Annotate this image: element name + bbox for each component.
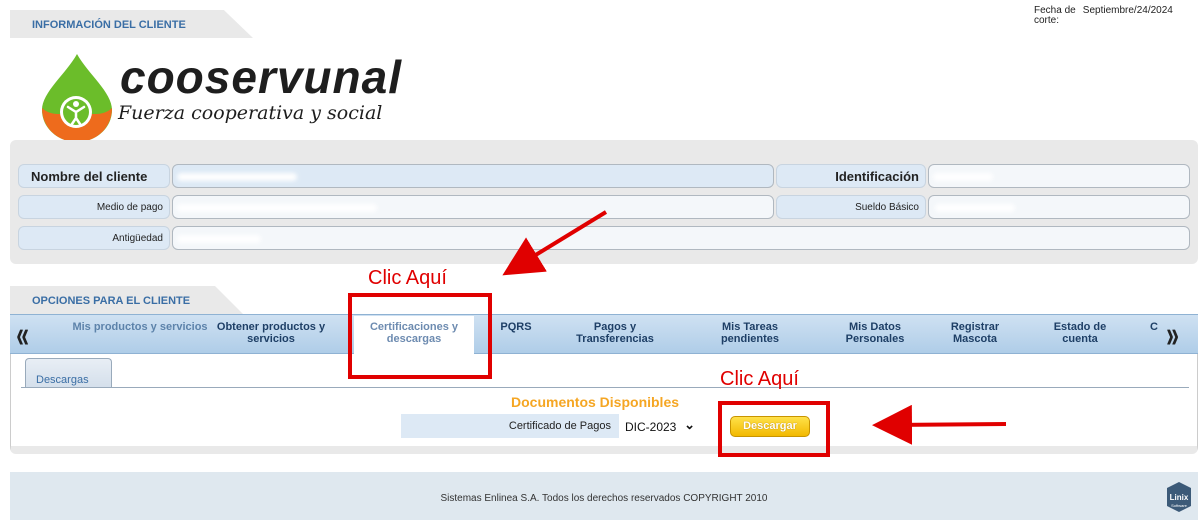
annotation-box-descargar bbox=[718, 401, 830, 457]
linix-logo-subtext: Software bbox=[1171, 503, 1188, 508]
nav-mis-productos[interactable]: Mis productos y servicios bbox=[70, 321, 210, 333]
client-info-panel: Nombre del cliente Identificación Medio … bbox=[10, 140, 1198, 264]
documentos-title: Documentos Disponibles bbox=[511, 394, 680, 410]
brand-name: cooservunal bbox=[120, 51, 402, 103]
annotation-box-certificaciones bbox=[348, 293, 492, 379]
tab-divider bbox=[21, 387, 1189, 388]
annotation-clic-aqui-2: Clic Aquí bbox=[720, 368, 799, 390]
tab-descargas[interactable]: Descargas bbox=[25, 358, 112, 388]
medio-pago-label: Medio de pago bbox=[18, 195, 170, 219]
nombre-label: Nombre del cliente bbox=[18, 164, 170, 188]
scroll-left-icon[interactable]: « bbox=[16, 313, 29, 357]
nav-pqrs[interactable]: PQRS bbox=[496, 321, 536, 333]
nav-obtener-productos[interactable]: Obtener productos y servicios bbox=[206, 321, 336, 345]
sueldo-value bbox=[928, 195, 1190, 219]
fecha-corte: Fecha de corte: Septiembre/24/2024 bbox=[1034, 6, 1173, 26]
certificado-label: Certificado de Pagos bbox=[401, 414, 619, 438]
downloads-panel: Descargas Documentos Disponibles Certifi… bbox=[10, 354, 1198, 454]
cooservunal-logo: cooservunal Fuerza cooperativa y social bbox=[36, 52, 416, 144]
identificacion-label: Identificación bbox=[776, 164, 926, 188]
client-options-section-tab: OPCIONES PARA EL CLIENTE bbox=[10, 286, 243, 314]
nombre-value bbox=[172, 164, 774, 188]
antiguedad-value bbox=[172, 226, 1190, 250]
nav-estado-cuenta[interactable]: Estado de cuenta bbox=[1040, 321, 1120, 345]
medio-pago-value bbox=[172, 195, 774, 219]
chevron-down-icon: ⌄ bbox=[684, 417, 695, 432]
options-nav-bar: « Mis productos y servicios Obtener prod… bbox=[10, 313, 1198, 360]
identificacion-value bbox=[928, 164, 1190, 188]
drop-logo-icon bbox=[42, 54, 112, 142]
linix-logo-text: Linix bbox=[1170, 493, 1189, 502]
fecha-corte-value: Septiembre/24/2024 bbox=[1082, 5, 1173, 16]
nav-mis-datos[interactable]: Mis Datos Personales bbox=[830, 321, 920, 345]
nav-registrar-mascota[interactable]: Registrar Mascota bbox=[940, 321, 1010, 345]
scroll-right-icon[interactable]: » bbox=[1166, 313, 1179, 357]
certificado-period-value: DIC-2023 bbox=[625, 420, 677, 434]
brand-slogan: Fuerza cooperativa y social bbox=[118, 102, 383, 124]
nav-mis-tareas[interactable]: Mis Tareas pendientes bbox=[700, 321, 800, 345]
nav-pagos-transferencias[interactable]: Pagos y Transferencias bbox=[560, 321, 670, 345]
certificado-period-select[interactable]: DIC-2023 ⌄ bbox=[619, 415, 699, 437]
footer-copyright: Sistemas Enlinea S.A. Todos los derechos… bbox=[440, 493, 768, 504]
annotation-clic-aqui-1: Clic Aquí bbox=[368, 267, 447, 289]
nav-truncated-item[interactable]: C bbox=[1148, 321, 1160, 333]
fecha-corte-label: Fecha de corte: bbox=[1034, 5, 1076, 26]
linix-logo: Linix Software bbox=[1167, 482, 1191, 512]
footer: Sistemas Enlinea S.A. Todos los derechos… bbox=[10, 472, 1198, 520]
sueldo-label: Sueldo Básico bbox=[776, 195, 926, 219]
client-info-section-tab: INFORMACIÓN DEL CLIENTE bbox=[10, 10, 253, 38]
antiguedad-label: Antigüedad bbox=[18, 226, 170, 250]
